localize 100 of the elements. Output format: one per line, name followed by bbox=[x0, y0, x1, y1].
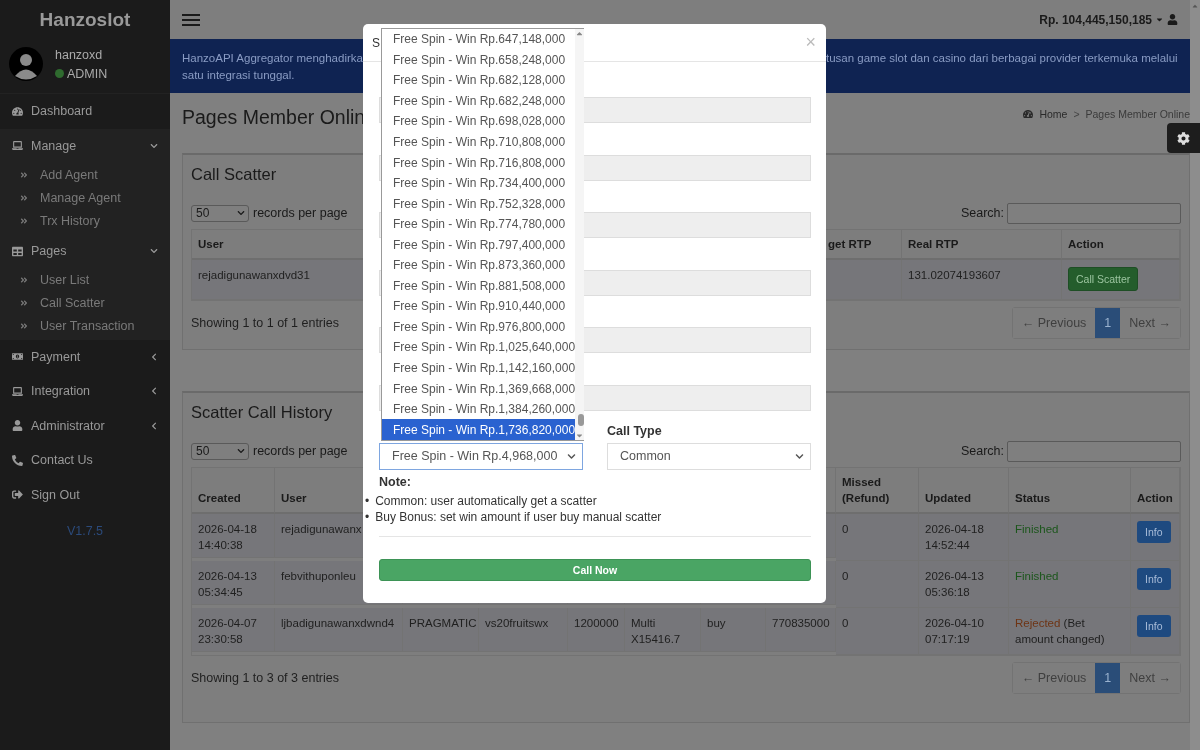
submenu-item[interactable]: User List bbox=[0, 268, 170, 292]
page-size-select[interactable]: 50 bbox=[191, 442, 249, 460]
menu-item[interactable]: Manage bbox=[0, 128, 170, 163]
win-select[interactable]: Free Spin - Win Rp.4,968,000 bbox=[379, 442, 583, 470]
laptop-icon bbox=[12, 385, 23, 397]
table-cell: 131.02074193607 bbox=[902, 260, 1062, 300]
table-cell: 2026-04-13 05:36:18 bbox=[919, 561, 1009, 608]
page-size-select[interactable]: 50 bbox=[191, 204, 249, 222]
balance-menu[interactable]: Rp. 104,445,150,185 bbox=[1039, 12, 1178, 27]
chevron-down-icon bbox=[237, 209, 245, 217]
banknote-icon bbox=[12, 351, 23, 363]
field-label: Call Type bbox=[607, 423, 662, 441]
submenu-item[interactable]: Manage Agent bbox=[0, 186, 170, 209]
gauge-icon bbox=[12, 105, 23, 117]
search-label: Search: bbox=[960, 444, 1004, 458]
entries-info: Showing 1 to 3 of 3 entries bbox=[191, 671, 339, 685]
menu-icon[interactable] bbox=[182, 13, 200, 26]
grid-icon bbox=[12, 245, 23, 257]
status-cell: Finished bbox=[1009, 561, 1131, 608]
column-header: Missed (Refund) bbox=[836, 468, 919, 514]
dropdown-option[interactable]: Free Spin - Win Rp.1,736,820,000 bbox=[382, 419, 576, 440]
call-scatter-button[interactable]: Call Scatter bbox=[1068, 267, 1139, 291]
search-label: Search: bbox=[960, 206, 1004, 220]
column-header: Real RTP bbox=[902, 230, 1062, 260]
caret-icon bbox=[1155, 15, 1164, 24]
version-label: V1.7.5 bbox=[65, 524, 105, 538]
status-cell: Finished bbox=[1009, 514, 1131, 561]
pagination-button[interactable]: 1 bbox=[1095, 663, 1121, 693]
info-button[interactable]: Info bbox=[1137, 615, 1171, 637]
column-header: Action bbox=[1131, 468, 1180, 514]
table-cell: 2026-04-18 14:40:38 bbox=[192, 514, 275, 558]
chevron-left-icon bbox=[150, 352, 158, 361]
status-cell: Rejected (Bet amount changed) bbox=[1009, 608, 1131, 655]
table-cell: buy bbox=[701, 608, 766, 652]
column-header: Created bbox=[192, 468, 275, 514]
entries-info: Showing 1 to 1 of 1 entries bbox=[191, 316, 339, 330]
column-header: Updated bbox=[919, 468, 1009, 514]
banner-text: satu integrasi tunggal. bbox=[182, 68, 295, 83]
chevron-down-icon bbox=[237, 447, 245, 455]
search-field[interactable] bbox=[1007, 202, 1181, 224]
scrollbar[interactable] bbox=[1190, 0, 1200, 750]
username: hanzoxd bbox=[55, 47, 104, 62]
table-cell: 0 bbox=[836, 608, 919, 655]
laptop-icon bbox=[12, 140, 23, 152]
card-title: Scatter Call History bbox=[191, 401, 333, 423]
call-type-select[interactable]: Common bbox=[607, 442, 811, 470]
gauge-icon bbox=[1023, 109, 1034, 119]
records-label: records per page bbox=[253, 444, 348, 458]
records-label: records per page bbox=[253, 206, 348, 220]
card-title: Call Scatter bbox=[191, 163, 277, 185]
breadcrumb-separator: > bbox=[1073, 108, 1080, 120]
gear-icon bbox=[1177, 131, 1190, 145]
caret-down-icon[interactable] bbox=[575, 431, 585, 440]
table-cell: 2026-04-18 14:52:44 bbox=[919, 514, 1009, 561]
table-cell: 2026-04-13 05:34:45 bbox=[192, 561, 275, 605]
table-cell: 2026-04-10 07:17:19 bbox=[919, 608, 1009, 655]
table-cell: Multi X15416.7 bbox=[625, 608, 701, 652]
page-title: Pages Member Onlin bbox=[182, 105, 366, 129]
double-chevron-icon bbox=[20, 170, 28, 179]
scroll-thumb[interactable] bbox=[578, 414, 585, 426]
submenu-item[interactable]: Trx History bbox=[0, 209, 170, 232]
search-field[interactable] bbox=[1007, 440, 1181, 462]
role-label: ADMIN bbox=[67, 66, 108, 81]
breadcrumb-link[interactable]: Home bbox=[1039, 108, 1068, 120]
submenu-item[interactable]: Call Scatter bbox=[0, 291, 170, 315]
table-cell: vs20fruitswx bbox=[479, 608, 568, 652]
info-button[interactable]: Info bbox=[1137, 568, 1171, 590]
banner-text: HanzoAPI Aggregator menghadirka bbox=[182, 51, 363, 66]
column-header: Action bbox=[1062, 230, 1180, 260]
double-chevron-icon bbox=[20, 299, 28, 307]
table-cell: 2026-04-07 23:30:58 bbox=[192, 608, 275, 652]
table-cell: 770835000 bbox=[766, 608, 836, 652]
banner-text: tusan game slot dan casino dari berbagai provider terkemuka melalui bbox=[826, 51, 1178, 66]
submenu-item[interactable]: Add Agent bbox=[0, 163, 170, 186]
column-header: Status bbox=[1009, 468, 1131, 514]
chevron-down-icon bbox=[567, 451, 576, 461]
table-cell: 1200000 bbox=[568, 608, 625, 652]
bullet: • bbox=[365, 492, 370, 509]
avatar-icon bbox=[9, 47, 43, 81]
double-chevron-icon bbox=[20, 193, 28, 202]
phone-icon bbox=[12, 454, 23, 466]
chevron-down-icon bbox=[150, 141, 158, 150]
scrollbar[interactable] bbox=[575, 29, 585, 440]
submenu-item[interactable]: User Transaction bbox=[0, 314, 170, 338]
chevron-down-icon bbox=[150, 247, 158, 256]
settings-button[interactable] bbox=[1167, 123, 1200, 153]
caret-up-icon[interactable] bbox=[575, 29, 585, 38]
chevron-down-icon bbox=[795, 451, 804, 461]
info-button[interactable]: Info bbox=[1137, 521, 1171, 543]
table-cell: PRAGMATIC bbox=[403, 608, 479, 652]
table-cell: 0 bbox=[836, 514, 919, 561]
double-chevron-icon bbox=[20, 276, 28, 284]
exit-icon bbox=[12, 489, 23, 501]
person-icon bbox=[1167, 14, 1178, 25]
double-chevron-icon bbox=[20, 216, 28, 225]
double-chevron-icon bbox=[20, 322, 28, 330]
menu-item[interactable]: Pages bbox=[0, 234, 170, 269]
pagination-button[interactable]: 1 bbox=[1095, 308, 1121, 338]
logo: Hanzoslot bbox=[38, 7, 132, 32]
table-cell: ljbadigunawanxdwnd4 bbox=[275, 608, 403, 652]
